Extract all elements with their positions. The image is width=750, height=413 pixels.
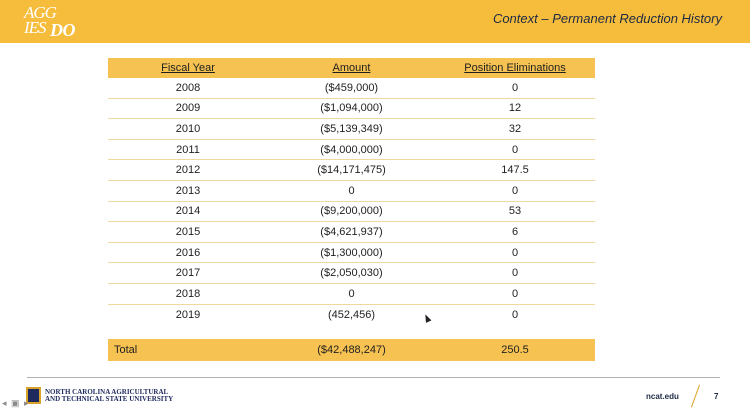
university-branding: North Carolina Agricultural and Technica… <box>26 387 173 404</box>
slide-title: Context – Permanent Reduction History <box>492 11 722 26</box>
cell-year: 2008 <box>175 81 201 94</box>
total-label: Total <box>114 344 138 357</box>
cell-year: 2012 <box>175 164 201 177</box>
cell-year: 2014 <box>175 205 201 218</box>
site-url[interactable]: ncat.edu <box>646 392 679 401</box>
cell-amount: ($5,139,349) <box>320 122 383 135</box>
header-amount: Amount <box>332 62 371 74</box>
cell-eliminations: 0 <box>511 81 519 94</box>
footer-slash-divider <box>690 384 701 408</box>
cell-amount: 0 <box>348 184 355 197</box>
table-row: 2010 ($5,139,349) 32 <box>108 119 595 140</box>
table-row: 2008 ($459,000) 0 <box>108 78 595 99</box>
table-row: 2015 ($4,621,937) 6 <box>108 222 595 243</box>
cell-amount: 0 <box>348 287 355 300</box>
cell-eliminations: 0 <box>511 308 519 321</box>
table-total-row: Total ($42,488,247) 250.5 <box>108 339 595 362</box>
page-number: 7 <box>714 392 719 401</box>
table-row: 2014 ($9,200,000) 53 <box>108 202 595 223</box>
cell-amount: ($4,000,000) <box>320 143 383 156</box>
header-bar: AGG IES DO Context – Permanent Reduction… <box>0 0 750 43</box>
cell-year: 2019 <box>175 308 201 321</box>
reduction-table: Fiscal Year Amount Position Eliminations… <box>108 58 595 362</box>
table-row: 2017 ($2,050,030) 0 <box>108 263 595 284</box>
logo-line-3: DO <box>50 20 76 40</box>
cell-amount: ($4,621,937) <box>320 225 383 238</box>
cell-amount: ($14,171,475) <box>317 164 386 177</box>
cell-amount: ($2,050,030) <box>320 267 383 280</box>
cell-eliminations: 53 <box>508 205 522 218</box>
table-spacer <box>108 325 595 339</box>
university-line-2: and Technical State University <box>45 394 174 403</box>
cell-year: 2016 <box>175 246 201 259</box>
cell-amount: ($9,200,000) <box>320 205 383 218</box>
cell-year: 2018 <box>175 287 201 300</box>
table-row: 2018 0 0 <box>108 284 595 305</box>
table-header-row: Fiscal Year Amount Position Eliminations <box>108 58 595 78</box>
table-row: 2019 (452,456) 0 <box>108 305 595 326</box>
cell-year: 2010 <box>175 122 201 135</box>
cell-amount: ($1,300,000) <box>320 246 383 259</box>
cell-eliminations: 12 <box>508 102 522 115</box>
footer-divider <box>27 377 720 378</box>
cell-eliminations: 0 <box>511 267 519 280</box>
header-fiscal-year: Fiscal Year <box>161 62 215 74</box>
cell-year: 2009 <box>175 102 201 115</box>
table-row: 2009 ($1,094,000) 12 <box>108 99 595 120</box>
university-name: North Carolina Agricultural and Technica… <box>45 388 174 403</box>
total-amount: ($42,488,247) <box>317 344 386 357</box>
cell-amount: (452,456) <box>327 308 376 321</box>
table-row: 2011 ($4,000,000) 0 <box>108 140 595 161</box>
cell-eliminations: 0 <box>511 143 519 156</box>
cell-eliminations: 32 <box>508 122 522 135</box>
cell-eliminations: 147.5 <box>501 164 529 177</box>
cell-year: 2017 <box>175 267 201 280</box>
total-eliminations: 250.5 <box>501 344 529 357</box>
table-row: 2013 0 0 <box>108 181 595 202</box>
cell-eliminations: 0 <box>511 246 519 259</box>
cell-eliminations: 0 <box>511 287 519 300</box>
cell-eliminations: 6 <box>511 225 519 238</box>
nav-arrows-icon[interactable]: ◂ ▣ ▸ <box>2 398 30 409</box>
cell-year: 2011 <box>176 143 200 156</box>
cell-year: 2015 <box>175 225 201 238</box>
table-row: 2012 ($14,171,475) 147.5 <box>108 160 595 181</box>
cell-year: 2013 <box>175 184 201 197</box>
table-row: 2016 ($1,300,000) 0 <box>108 243 595 264</box>
header-position-eliminations: Position Eliminations <box>464 62 566 74</box>
aggiesdo-logo: AGG IES DO <box>22 3 92 41</box>
logo-line-2: IES <box>24 18 47 37</box>
cell-eliminations: 0 <box>511 184 519 197</box>
cell-amount: ($459,000) <box>324 81 379 94</box>
cell-amount: ($1,094,000) <box>320 102 383 115</box>
